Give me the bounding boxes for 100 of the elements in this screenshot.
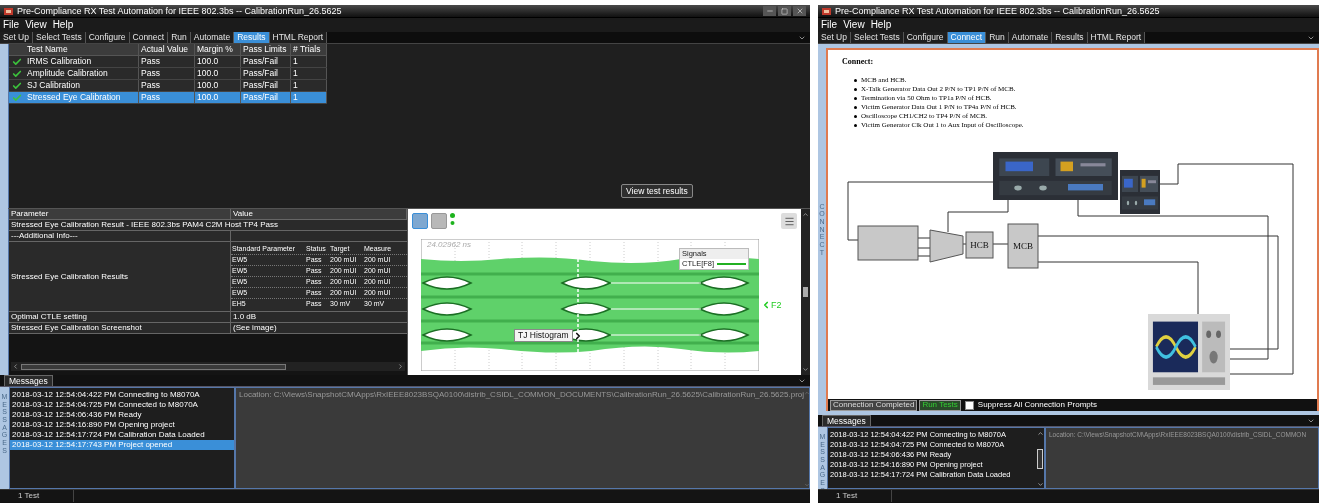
menu-item[interactable]: File [3, 20, 20, 30]
table-cell: Amplitude Calibration [25, 68, 139, 79]
message-item[interactable]: 2018-03-12 12:54:16:890 PM Opening project [10, 420, 234, 430]
scrollbar[interactable] [801, 209, 810, 375]
table-cell: 1 [291, 92, 327, 103]
tab[interactable]: Configure [85, 32, 130, 43]
message-item[interactable]: 2018-03-12 12:54:04:422 PM Connecting to M8070A [10, 390, 234, 400]
menu-item[interactable]: Help [52, 20, 74, 30]
menu-button[interactable] [781, 213, 797, 229]
status-text: 1 Test [10, 490, 74, 502]
dropdown-icon[interactable] [1307, 417, 1315, 425]
table-cell: Pass/Fail [241, 80, 291, 91]
scroll-up-icon[interactable] [1036, 430, 1044, 437]
table-cell: 1 [291, 80, 327, 91]
message-item[interactable]: 2018-03-12 12:54:17:724 PM Calibration Data Loaded [10, 430, 234, 440]
bullet-icon [854, 88, 857, 91]
table-cell: 100.0 [195, 92, 241, 103]
tab[interactable]: Set Up [818, 32, 851, 43]
adapter-shape [929, 229, 964, 263]
table-cell: Pass [139, 68, 195, 79]
scroll-down-icon[interactable] [1036, 481, 1044, 488]
column-header[interactable]: Parameter [9, 209, 231, 219]
scroll-left-icon[interactable] [12, 363, 19, 370]
board-block: HCB [965, 231, 994, 259]
maximize-button[interactable] [778, 6, 791, 16]
tab[interactable]: Connect [129, 32, 169, 43]
close-icon [795, 7, 804, 15]
message-item[interactable]: 2018-03-12 12:54:04:725 PM Connected to M8070A [10, 400, 234, 410]
bullet-icon [854, 79, 857, 82]
table-cell: 1 [291, 56, 327, 67]
scrollbar[interactable] [1036, 430, 1044, 488]
tab[interactable]: Set Up [0, 32, 33, 43]
app-icon [822, 6, 831, 16]
tab[interactable]: Configure [903, 32, 948, 43]
status-dots-icon [450, 213, 455, 227]
table-cell: 1 [291, 68, 327, 79]
menu-item[interactable]: Help [870, 20, 892, 30]
menu-item[interactable]: View [843, 20, 865, 30]
maximize-icon [781, 7, 788, 15]
tab[interactable]: Run [168, 32, 191, 43]
column-header[interactable]: # Trials [291, 44, 327, 55]
messages-tab[interactable]: Messages [4, 375, 53, 386]
menu-item[interactable]: View [25, 20, 47, 30]
scroll-thumb[interactable] [1037, 449, 1043, 469]
action-button[interactable]: Run Tests [919, 399, 961, 411]
table-cell: 100.0 [195, 56, 241, 67]
connection-line [917, 255, 931, 257]
tab[interactable]: Select Tests [33, 32, 86, 43]
section-label: ---Additional Info--- [9, 231, 231, 241]
action-button[interactable]: Connection Completed [830, 399, 918, 411]
menu-item[interactable]: File [821, 20, 838, 30]
minimize-button[interactable] [763, 6, 776, 16]
checkbox[interactable] [964, 400, 974, 410]
table-cell: Pass/Fail [241, 68, 291, 79]
tab[interactable]: Automate [1008, 32, 1053, 43]
checkbox-label: Suppress All Connection Prompts [977, 399, 1097, 411]
parameter-label: Stressed Eye Calibration Screenshot [9, 323, 231, 333]
table-cell: Pass [139, 56, 195, 67]
messages-tab[interactable]: Messages [822, 415, 871, 426]
tab[interactable]: Results [1052, 32, 1088, 43]
dropdown-icon[interactable] [798, 377, 806, 385]
column-header[interactable]: Actual Value [139, 44, 195, 55]
menu-icon [783, 215, 795, 227]
table-cell: Stressed Eye Calibration [25, 92, 139, 103]
scrollbar[interactable] [11, 362, 405, 371]
tab[interactable]: Select Tests [851, 32, 904, 43]
tab[interactable]: HTML Report [269, 32, 328, 43]
scroll-down-icon[interactable] [802, 366, 809, 373]
table-cell: Pass/Fail [241, 92, 291, 103]
parameter-value: 1.0 dB [232, 312, 258, 322]
result-summary: Stressed Eye Calibration Result - IEEE 802.3bs PAM4 C2M Host TP4 Pass [10, 220, 279, 230]
parameter-value: (See image) [232, 323, 278, 333]
parameter-label: Optimal CTLE setting [9, 312, 231, 322]
table-cell: IRMS Calibration [25, 56, 139, 67]
connection-line [917, 247, 931, 249]
view-results-button[interactable]: View test results [621, 184, 693, 198]
table-cell: Pass/Fail [241, 56, 291, 67]
minimize-icon [765, 7, 774, 15]
connection-line [992, 243, 1009, 245]
tab[interactable]: Automate [190, 32, 235, 43]
table-cell: Pass [139, 80, 195, 91]
scroll-thumb[interactable] [21, 363, 286, 370]
column-header[interactable]: Pass Limits [241, 44, 291, 55]
bullet-icon [854, 115, 857, 118]
column-header[interactable]: Margin % [195, 44, 241, 55]
scroll-thumb[interactable] [803, 287, 808, 297]
connect-heading: Connect: [842, 58, 875, 66]
table-cell: SJ Calibration [25, 80, 139, 91]
level-marker-label: F2 [771, 300, 782, 310]
histogram-label: TJ Histogram [514, 329, 573, 342]
app-icon [4, 6, 13, 16]
scroll-right-icon[interactable] [397, 363, 404, 370]
scroll-up-icon[interactable] [802, 211, 809, 218]
bullet-icon [854, 106, 857, 109]
close-button[interactable] [793, 6, 806, 16]
tab[interactable]: Run [986, 32, 1009, 43]
column-header[interactable]: Test Name [25, 44, 139, 55]
tab[interactable]: HTML Report [1087, 32, 1146, 43]
parameter-label: Stressed Eye Calibration Results [10, 271, 129, 282]
message-item[interactable]: 2018-03-12 12:54:06:436 PM Ready [10, 410, 234, 420]
